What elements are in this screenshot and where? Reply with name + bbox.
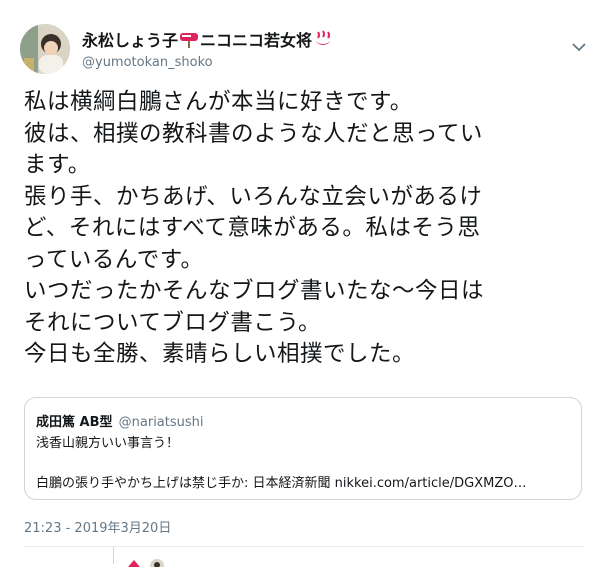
quote-author-name: 成田篤 AB型	[36, 415, 113, 430]
tweet-line: ます。	[24, 152, 91, 178]
quote-author-handle: @nariatsushi	[118, 415, 204, 430]
tweet-line: っているんです。	[24, 246, 204, 273]
quote-header: 成田篤 AB型 @nariatsushi	[36, 411, 204, 430]
quote-link-text: 白鵬の張り手やかち上げは禁じ手か: 日本経済新聞 nikkei.com/arti…	[36, 476, 527, 491]
tweet-line: 張り手、かちあげ、いろんな立会いがあるけ	[24, 183, 483, 210]
postbox-icon	[179, 30, 199, 52]
quoted-tweet[interactable]: 成田篤 AB型 @nariatsushi 浅香山親方いい事言う！ 白鵬の張り手や…	[24, 397, 582, 500]
tweet-line: それについてブログ書こう。	[24, 309, 321, 336]
display-name-text: 永松しょう子	[82, 31, 179, 50]
tweet-text: 私は横綱白鵬さんが本当に好きです。 彼は、相撲の教科書のような人だと思ってい ま…	[24, 87, 584, 371]
user-avatar[interactable]	[20, 24, 70, 74]
reply-thread-line	[113, 547, 114, 564]
quote-text: 浅香山親方いい事言う！	[36, 436, 180, 451]
hot-springs-icon	[313, 30, 333, 52]
tweet-line: いつだったかそんなブログ書いたな〜今日は	[24, 278, 485, 304]
divider	[24, 546, 584, 547]
user-handle[interactable]: @yumotokan_shoko	[82, 55, 334, 70]
tweet-line: ど、それにはすべて意味がある。私はそう思	[24, 215, 481, 241]
tweet-timestamp[interactable]: 21:23 - 2019年3月20日	[24, 517, 171, 536]
user-names: 永松しょう子 ニコニコ若女将 @yumotokan_shoko	[82, 27, 334, 70]
display-name-suffix: ニコニコ若女将	[200, 31, 313, 50]
avatar-photo-icon	[20, 24, 70, 74]
tweet-line: 私は横綱白鵬さんが本当に好きです。	[24, 89, 413, 115]
reply-avatars-icon	[128, 559, 164, 567]
chevron-down-icon[interactable]	[572, 42, 586, 52]
tweet-line: 彼は、相撲の教科書のような人だと思ってい	[24, 120, 483, 147]
tweet-header: 永松しょう子 ニコニコ若女将 @yumotokan_shoko	[20, 24, 590, 74]
display-name[interactable]: 永松しょう子 ニコニコ若女将	[82, 27, 334, 52]
tweet-line: 今日も全勝、素晴らしい相撲でした。	[24, 341, 416, 367]
